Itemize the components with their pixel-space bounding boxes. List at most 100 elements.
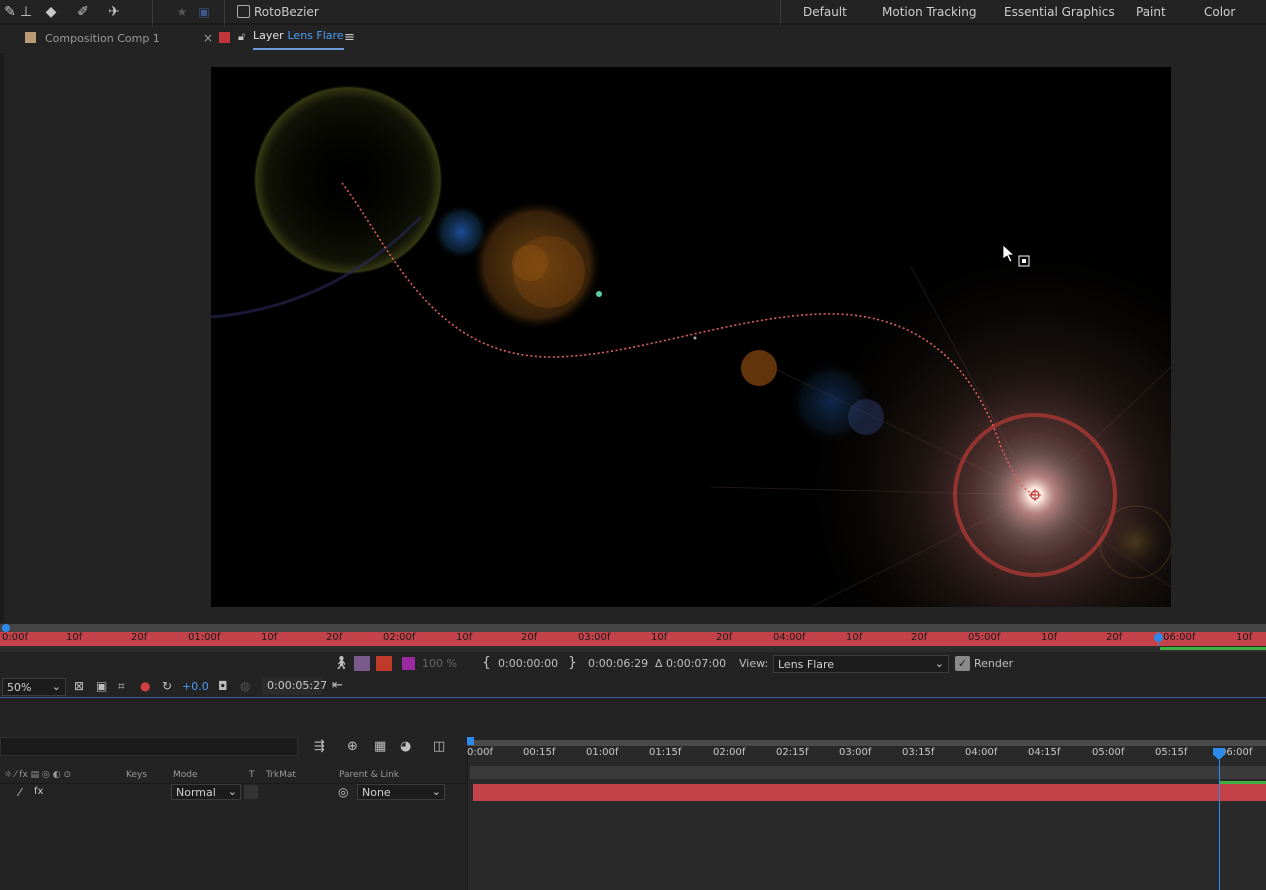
timeline-graph-area[interactable]	[467, 740, 1266, 890]
col-parent: Parent & Link	[339, 770, 399, 780]
show-snapshot-icon[interactable]: ◍	[240, 679, 250, 693]
channels-icon[interactable]: ●	[140, 679, 150, 693]
mode-value: Normal	[176, 786, 216, 799]
tab-close-icon[interactable]: ×	[203, 31, 213, 45]
render-bar	[1160, 647, 1266, 650]
layer-playhead-handle[interactable]	[1154, 633, 1163, 642]
top-toolbar: ✎ ⊥ ◆ ✐ ✈ ★ ▣ RotoBezier Default Motion …	[0, 0, 1266, 25]
ruler-tick: 10f	[456, 632, 473, 643]
viewer-tabs: Composition Comp 1 × 🔓︎ Layer Lens Flare…	[0, 25, 1266, 53]
ruler-tick: 20f	[131, 632, 148, 643]
rotobezier-label: RotoBezier	[254, 5, 319, 19]
tab-layer-name: Lens Flare	[287, 29, 344, 42]
trkmat-box[interactable]	[244, 785, 258, 799]
workspace-color[interactable]: Color	[1204, 5, 1235, 19]
current-time-value: 0:00:05:27	[267, 679, 328, 692]
composition-flowchart-icon[interactable]: ⇶	[314, 739, 325, 754]
grid-icon[interactable]: ⌗	[118, 679, 125, 694]
view-dropdown[interactable]: Lens Flare ⌄	[773, 655, 949, 673]
render-checkbox[interactable]: ✓	[955, 656, 970, 671]
in-marker[interactable]	[2, 624, 10, 632]
color-swatch[interactable]	[402, 657, 415, 670]
layer-row[interactable]: ⁄ fx Normal ⌄ ◎ None ⌄	[0, 784, 466, 801]
chevron-down-icon: ⌄	[227, 785, 237, 798]
workspace-motion-tracking[interactable]: Motion Tracking	[882, 5, 976, 19]
col-trkmat: TrkMat	[266, 770, 296, 780]
exposure-value[interactable]: +0.0	[182, 680, 209, 693]
workspace-default[interactable]: Default	[803, 5, 847, 19]
motion-blur-icon[interactable]: ◕	[400, 739, 411, 754]
workspace-paint[interactable]: Paint	[1136, 5, 1166, 19]
lock-icon[interactable]: 🔓︎	[238, 30, 245, 44]
frame-blending-icon[interactable]: ▦	[374, 739, 386, 754]
roto-brush-icon[interactable]: ✐	[73, 2, 93, 22]
tab-composition[interactable]: Composition Comp 1	[45, 32, 160, 45]
snapshot-icon[interactable]: ◘	[218, 679, 228, 693]
toolbar-divider	[780, 0, 781, 25]
layer-label-swatch	[219, 32, 230, 43]
layer-bar[interactable]	[473, 784, 1266, 801]
onion-red-icon[interactable]	[376, 656, 392, 671]
safe-area-icon[interactable]: ▣	[96, 679, 107, 693]
onion-skin-icon[interactable]	[354, 656, 370, 671]
clone-stamp-icon[interactable]: ⊥	[16, 2, 36, 22]
timeline-tick: 03:15f	[902, 747, 935, 758]
timeline-tick: 0:00f	[467, 747, 493, 758]
set-out-icon[interactable]: }	[568, 655, 577, 671]
ruler-tick: 20f	[1106, 632, 1123, 643]
out-point-value[interactable]: 0:00:06:29	[588, 657, 648, 670]
walk-icon[interactable]: 🚶︎	[333, 656, 350, 671]
work-area-start[interactable]	[467, 737, 474, 745]
timeline-tick: 01:15f	[649, 747, 682, 758]
ruler-tick: 04:00f	[773, 632, 806, 643]
tab-layer[interactable]: Layer Lens Flare	[253, 28, 344, 50]
toolbar-divider	[152, 0, 153, 25]
timeline-search-input[interactable]	[0, 737, 298, 756]
layer-viewer-controls: 🚶︎ 100 % { 0:00:00:00 } 0:00:06:29 Δ 0:0…	[0, 652, 1266, 676]
panel-menu-icon[interactable]: ≡	[344, 30, 355, 45]
comp-row-bar	[470, 766, 1266, 779]
timeline-tick: 05:00f	[1092, 747, 1125, 758]
rotobezier-checkbox[interactable]	[237, 5, 250, 18]
quality-icon[interactable]: ⁄	[19, 786, 21, 799]
ruler-tick: 06:00f	[1163, 632, 1196, 643]
layer-duration-bar[interactable]: 0:00f 10f 20f 01:00f 10f 20f 02:00f 10f …	[0, 632, 1266, 646]
ruler-tick: 05:00f	[968, 632, 1001, 643]
col-t: T	[249, 770, 255, 780]
zoom-dropdown[interactable]: 50% ⌄	[2, 678, 66, 696]
switches-icons: ☼ ⁄ fx ▤ ◎ ◐ ⊙	[4, 770, 71, 780]
in-point-value[interactable]: 0:00:00:00	[498, 657, 558, 670]
pick-whip-icon[interactable]: ◎	[338, 785, 348, 799]
work-area-bar[interactable]	[467, 740, 1266, 746]
parent-dropdown[interactable]: None ⌄	[357, 784, 445, 800]
ruler-tick: 10f	[1041, 632, 1058, 643]
parent-value: None	[362, 786, 391, 799]
feather-icon: ▣	[198, 5, 210, 19]
timeline-tick: 04:15f	[1028, 747, 1061, 758]
col-keys: Keys	[126, 770, 148, 780]
layer-columns-header: ☼ ⁄ fx ▤ ◎ ◐ ⊙ Keys Mode T TrkMat Parent…	[0, 768, 466, 784]
timeline-tick: 04:00f	[965, 747, 998, 758]
duration-value: Δ 0:00:07:00	[655, 657, 727, 670]
current-time-field[interactable]: 0:00:05:27	[262, 678, 327, 695]
draft-3d-icon[interactable]: ⊕	[347, 739, 358, 754]
flowchart-icon[interactable]: ⇤	[332, 678, 343, 693]
opacity-value[interactable]: 100 %	[422, 657, 457, 670]
layer-viewer-canvas[interactable]	[211, 67, 1171, 607]
fx-icon[interactable]: fx	[34, 786, 43, 797]
timeline-tick: 01:00f	[586, 747, 619, 758]
workspace-essential-graphics[interactable]: Essential Graphics	[1004, 5, 1115, 19]
ruler-tick: 20f	[326, 632, 343, 643]
puppet-pin-icon[interactable]: ✈	[104, 2, 124, 22]
reset-exposure-icon[interactable]: ↻	[162, 679, 172, 693]
mode-dropdown[interactable]: Normal ⌄	[171, 784, 241, 800]
chevron-down-icon: ⌄	[934, 657, 944, 670]
ruler-tick: 10f	[846, 632, 863, 643]
eraser-icon[interactable]: ◆	[41, 2, 61, 22]
graph-editor-icon[interactable]: ◫	[433, 739, 445, 754]
lens-flare-render	[211, 67, 1171, 607]
timeline-playhead[interactable]	[1219, 760, 1220, 890]
ruler-tick: 20f	[716, 632, 733, 643]
fit-icon[interactable]: ⊠	[74, 679, 84, 693]
set-in-icon[interactable]: {	[482, 655, 491, 671]
